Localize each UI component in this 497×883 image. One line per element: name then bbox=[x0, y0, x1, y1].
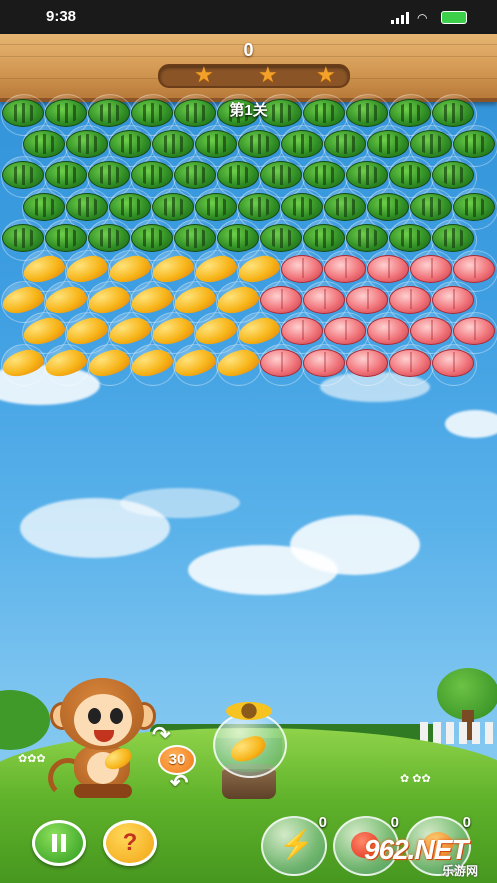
bubble-watermelon bbox=[346, 223, 388, 252]
bubble-watermelon bbox=[217, 223, 259, 252]
bubble-peach bbox=[303, 348, 345, 377]
status-icons: ◠ bbox=[391, 11, 467, 24]
bubble-watermelon bbox=[238, 192, 280, 221]
bubble-watermelon bbox=[432, 223, 474, 252]
status-time: 9:38 bbox=[46, 8, 77, 25]
bubble-watermelon bbox=[2, 223, 44, 252]
bubble-watermelon bbox=[260, 223, 302, 252]
star-icon: ★ bbox=[316, 62, 336, 87]
shots-left-badge: 30 bbox=[158, 745, 196, 775]
powerup-count: 0 bbox=[462, 814, 471, 831]
bubble-watermelon bbox=[324, 130, 366, 159]
bubble-watermelon bbox=[281, 192, 323, 221]
swap-arrow-icon[interactable]: ↷ bbox=[152, 722, 170, 748]
level-label: 第1关 bbox=[229, 102, 268, 119]
bubble-peach bbox=[324, 255, 366, 283]
bubble-watermelon bbox=[410, 130, 452, 159]
watermark-logo: 962.NET 乐游网 bbox=[358, 832, 494, 880]
bubble-watermelon bbox=[23, 130, 65, 159]
score-value: 0 bbox=[243, 40, 254, 60]
powerup-count: 0 bbox=[318, 814, 327, 831]
bubble-watermelon bbox=[152, 130, 194, 159]
bubble-watermelon bbox=[324, 192, 366, 221]
bubble-peach bbox=[432, 286, 474, 315]
bubble-peach bbox=[389, 286, 431, 315]
star-progress: ★ ★ ★ bbox=[158, 64, 350, 88]
bubble-watermelon bbox=[174, 223, 216, 252]
powerup-count: 0 bbox=[390, 814, 399, 831]
bubble-watermelon bbox=[303, 223, 345, 252]
bubble-watermelon bbox=[23, 192, 65, 221]
bubble-watermelon bbox=[453, 192, 495, 221]
monkey-character bbox=[48, 678, 156, 798]
bubble-peach bbox=[432, 348, 474, 377]
bubble-peach bbox=[260, 348, 302, 377]
bush bbox=[0, 690, 50, 750]
bubble-watermelon bbox=[66, 192, 108, 221]
bubble-watermelon bbox=[66, 130, 108, 159]
bubble-watermelon bbox=[281, 130, 323, 159]
cloud bbox=[445, 410, 497, 438]
flowers: ✿ ✿✿ bbox=[400, 773, 431, 785]
star-icon: ★ bbox=[194, 62, 214, 87]
bubble-peach bbox=[260, 286, 302, 315]
bubble-peach bbox=[389, 348, 431, 377]
bubble-peach bbox=[346, 286, 388, 315]
wifi-icon: ◠ bbox=[417, 10, 428, 25]
help-button[interactable]: ? bbox=[103, 820, 157, 866]
bubble-watermelon bbox=[367, 130, 409, 159]
bubble-watermelon bbox=[238, 130, 280, 159]
bubble-peach bbox=[367, 255, 409, 283]
help-label: ? bbox=[122, 829, 138, 856]
bubble-watermelon bbox=[410, 192, 452, 221]
fence bbox=[420, 722, 497, 744]
bubble-watermelon bbox=[88, 223, 130, 252]
flowers: ✿✿✿ bbox=[18, 753, 46, 765]
bubble-peach bbox=[410, 255, 452, 283]
bubble-watermelon bbox=[195, 192, 237, 221]
bubble-peach bbox=[303, 286, 345, 315]
bubble-watermelon bbox=[152, 192, 194, 221]
watermark-subtext: 乐游网 bbox=[442, 864, 479, 878]
signal-icon bbox=[391, 11, 409, 24]
bubble-watermelon bbox=[453, 130, 495, 159]
bubble-watermelon bbox=[109, 192, 151, 221]
cloud bbox=[290, 515, 420, 575]
bubble-watermelon bbox=[367, 192, 409, 221]
bubble-watermelon bbox=[389, 223, 431, 252]
star-icon: ★ bbox=[258, 62, 278, 87]
bubble-watermelon bbox=[45, 223, 87, 252]
bubble-peach bbox=[281, 255, 323, 283]
cloud bbox=[120, 488, 240, 518]
lightning-icon: ⚡ bbox=[279, 829, 314, 860]
powerup-lightning[interactable]: ⚡ 0 bbox=[261, 814, 327, 876]
pause-icon bbox=[52, 834, 66, 852]
pause-button[interactable] bbox=[32, 820, 86, 866]
bubble-watermelon bbox=[131, 223, 173, 252]
bubble-watermelon bbox=[109, 130, 151, 159]
battery-icon bbox=[441, 11, 467, 24]
sunflower-icon bbox=[226, 702, 272, 720]
bubble-peach bbox=[453, 255, 495, 283]
status-bar: 9:38 ◠ bbox=[0, 0, 497, 34]
bubble-watermelon bbox=[195, 130, 237, 159]
bubble-peach bbox=[346, 348, 388, 377]
game-stage[interactable]: 9:38 ◠ 0 ★ ★ ★ 第1关 ✿✿✿ ✿ ✿✿ ↷ ↶ 30 ? ⚡ 0… bbox=[0, 0, 497, 883]
